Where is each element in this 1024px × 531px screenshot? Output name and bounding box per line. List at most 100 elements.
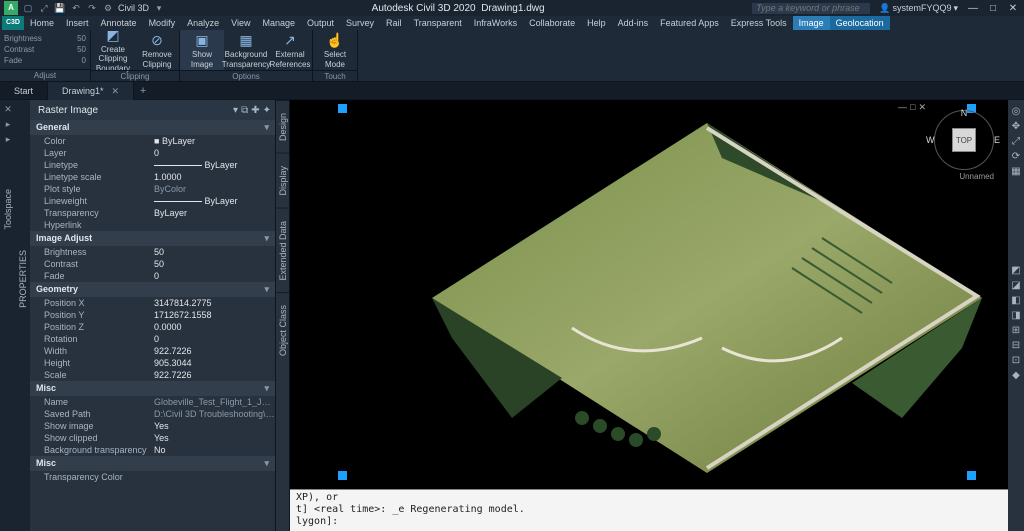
- v-posy[interactable]: 1712672.1558: [154, 310, 275, 320]
- select-mode-button[interactable]: ☝SelectMode: [313, 30, 357, 70]
- tab-addins[interactable]: Add-ins: [612, 16, 655, 30]
- command-line[interactable]: XP), or t] <real time>: _e Regenerating …: [290, 489, 1008, 531]
- v-brightness[interactable]: 50: [154, 247, 275, 257]
- v-contrast[interactable]: 50: [154, 259, 275, 269]
- drawing-canvas[interactable]: — □ ✕: [290, 100, 1008, 489]
- palette-close-icon[interactable]: ✕: [4, 104, 12, 115]
- qat-dropdown-icon[interactable]: ▾: [153, 2, 165, 14]
- selection-type-dropdown[interactable]: Raster Image: [34, 105, 233, 116]
- full-nav-wheel-icon[interactable]: ◎: [1012, 106, 1021, 117]
- side-tab-display[interactable]: Display: [276, 153, 289, 208]
- tool-2-icon[interactable]: ◪: [1011, 280, 1020, 291]
- tab-manage[interactable]: Manage: [256, 16, 301, 30]
- v-scale[interactable]: 922.7226: [154, 370, 275, 380]
- grip-top-left[interactable]: [338, 104, 347, 113]
- qat-save-icon[interactable]: 💾: [54, 2, 66, 14]
- remove-clipping-button[interactable]: ⊘RemoveClipping: [135, 30, 179, 70]
- tab-collaborate[interactable]: Collaborate: [523, 16, 581, 30]
- pan-icon[interactable]: ✥: [1012, 121, 1020, 132]
- tool-5-icon[interactable]: ⊞: [1012, 325, 1020, 336]
- v-posz[interactable]: 0.0000: [154, 322, 275, 332]
- viewcube-w[interactable]: W: [926, 135, 935, 145]
- tool-8-icon[interactable]: ◆: [1012, 370, 1020, 381]
- tab-infraworks[interactable]: InfraWorks: [468, 16, 523, 30]
- brightness-value[interactable]: 50: [77, 33, 86, 44]
- side-tab-extended-data[interactable]: Extended Data: [276, 208, 289, 293]
- v-fade[interactable]: 0: [154, 271, 275, 281]
- toggle-pickadd-icon[interactable]: ✦: [263, 105, 271, 116]
- cat-misc2[interactable]: Misc▾: [30, 456, 275, 471]
- tool-3-icon[interactable]: ◧: [1011, 295, 1020, 306]
- tab-rail[interactable]: Rail: [380, 16, 408, 30]
- tab-image[interactable]: Image: [793, 16, 830, 30]
- select-objects-icon[interactable]: ✚: [251, 105, 259, 116]
- viewcube-top[interactable]: TOP: [952, 128, 976, 152]
- minimize-button[interactable]: —: [966, 3, 980, 14]
- tab-featured-apps[interactable]: Featured Apps: [654, 16, 725, 30]
- tab-output[interactable]: Output: [301, 16, 340, 30]
- qat-workspace-label[interactable]: Civil 3D: [118, 2, 149, 14]
- v-color[interactable]: ■ ByLayer: [154, 136, 275, 146]
- palette-pin-icon[interactable]: ▸: [6, 119, 11, 130]
- v-show-clipped[interactable]: Yes: [154, 433, 275, 443]
- zoom-extents-icon[interactable]: ⤢: [1012, 136, 1020, 147]
- qat-workspace-icon[interactable]: ⚙: [102, 2, 114, 14]
- v-linetype[interactable]: ByLayer: [154, 160, 275, 170]
- qat-undo-icon[interactable]: ↶: [70, 2, 82, 14]
- tool-6-icon[interactable]: ⊟: [1012, 340, 1020, 351]
- grip-bottom-left[interactable]: [338, 471, 347, 480]
- tab-modify[interactable]: Modify: [143, 16, 182, 30]
- chevron-down-icon[interactable]: ▾: [233, 105, 238, 116]
- tab-help[interactable]: Help: [581, 16, 612, 30]
- palette-menu-icon[interactable]: ▸: [6, 134, 11, 145]
- toolspace-label[interactable]: Toolspace: [3, 189, 13, 230]
- cat-geometry[interactable]: Geometry▾: [30, 282, 275, 297]
- v-ltscale[interactable]: 1.0000: [154, 172, 275, 182]
- tab-survey[interactable]: Survey: [340, 16, 380, 30]
- close-icon[interactable]: ✕: [112, 86, 120, 96]
- v-lineweight[interactable]: ByLayer: [154, 196, 275, 206]
- c3d-logo[interactable]: C3D: [2, 16, 24, 30]
- v-bg-transparency[interactable]: No: [154, 445, 275, 455]
- user-menu[interactable]: 👤 systemFYQQ9 ▾: [879, 3, 958, 14]
- v-layer[interactable]: 0: [154, 148, 275, 158]
- v-width[interactable]: 922.7226: [154, 346, 275, 356]
- tool-1-icon[interactable]: ◩: [1011, 265, 1020, 276]
- qat-redo-icon[interactable]: ↷: [86, 2, 98, 14]
- image-selection-frame[interactable]: [342, 108, 972, 476]
- tab-insert[interactable]: Insert: [60, 16, 95, 30]
- tab-home[interactable]: Home: [24, 16, 60, 30]
- tab-transparent[interactable]: Transparent: [408, 16, 468, 30]
- background-transparency-button[interactable]: ▦BackgroundTransparency: [224, 30, 268, 70]
- fade-value[interactable]: 0: [82, 55, 86, 66]
- tool-4-icon[interactable]: ◨: [1011, 310, 1020, 321]
- quick-select-icon[interactable]: ⧉: [241, 105, 248, 116]
- tab-view[interactable]: View: [225, 16, 256, 30]
- showmotion-icon[interactable]: ▦: [1011, 166, 1020, 177]
- v-hyperlink[interactable]: [154, 220, 275, 230]
- side-tab-design[interactable]: Design: [276, 100, 289, 153]
- raster-image[interactable]: [422, 118, 992, 478]
- v-transparency-color[interactable]: [154, 472, 275, 482]
- maximize-button[interactable]: □: [986, 3, 1000, 14]
- start-tab[interactable]: Start: [0, 82, 48, 100]
- help-search-input[interactable]: [751, 2, 871, 15]
- show-image-button[interactable]: ▣ShowImage: [180, 30, 224, 70]
- properties-label[interactable]: PROPERTIES: [18, 250, 28, 308]
- v-rotation[interactable]: 0: [154, 334, 275, 344]
- v-transparency[interactable]: ByLayer: [154, 208, 275, 218]
- tab-express-tools[interactable]: Express Tools: [725, 16, 793, 30]
- tab-geolocation[interactable]: Geolocation: [830, 16, 890, 30]
- v-show-image[interactable]: Yes: [154, 421, 275, 431]
- viewcube-ucs-label[interactable]: Unnamed: [934, 172, 994, 181]
- tool-7-icon[interactable]: ⊡: [1012, 355, 1020, 366]
- cat-misc[interactable]: Misc▾: [30, 381, 275, 396]
- qat-new-icon[interactable]: ▢: [22, 2, 34, 14]
- tab-analyze[interactable]: Analyze: [181, 16, 225, 30]
- viewcube-n[interactable]: N: [961, 108, 968, 118]
- external-references-button[interactable]: ↗ExternalReferences: [268, 30, 312, 70]
- grip-bottom-right[interactable]: [967, 471, 976, 480]
- contrast-value[interactable]: 50: [77, 44, 86, 55]
- view-cube[interactable]: TOP N E W: [934, 110, 994, 170]
- qat-open-icon[interactable]: ⤢: [38, 2, 50, 14]
